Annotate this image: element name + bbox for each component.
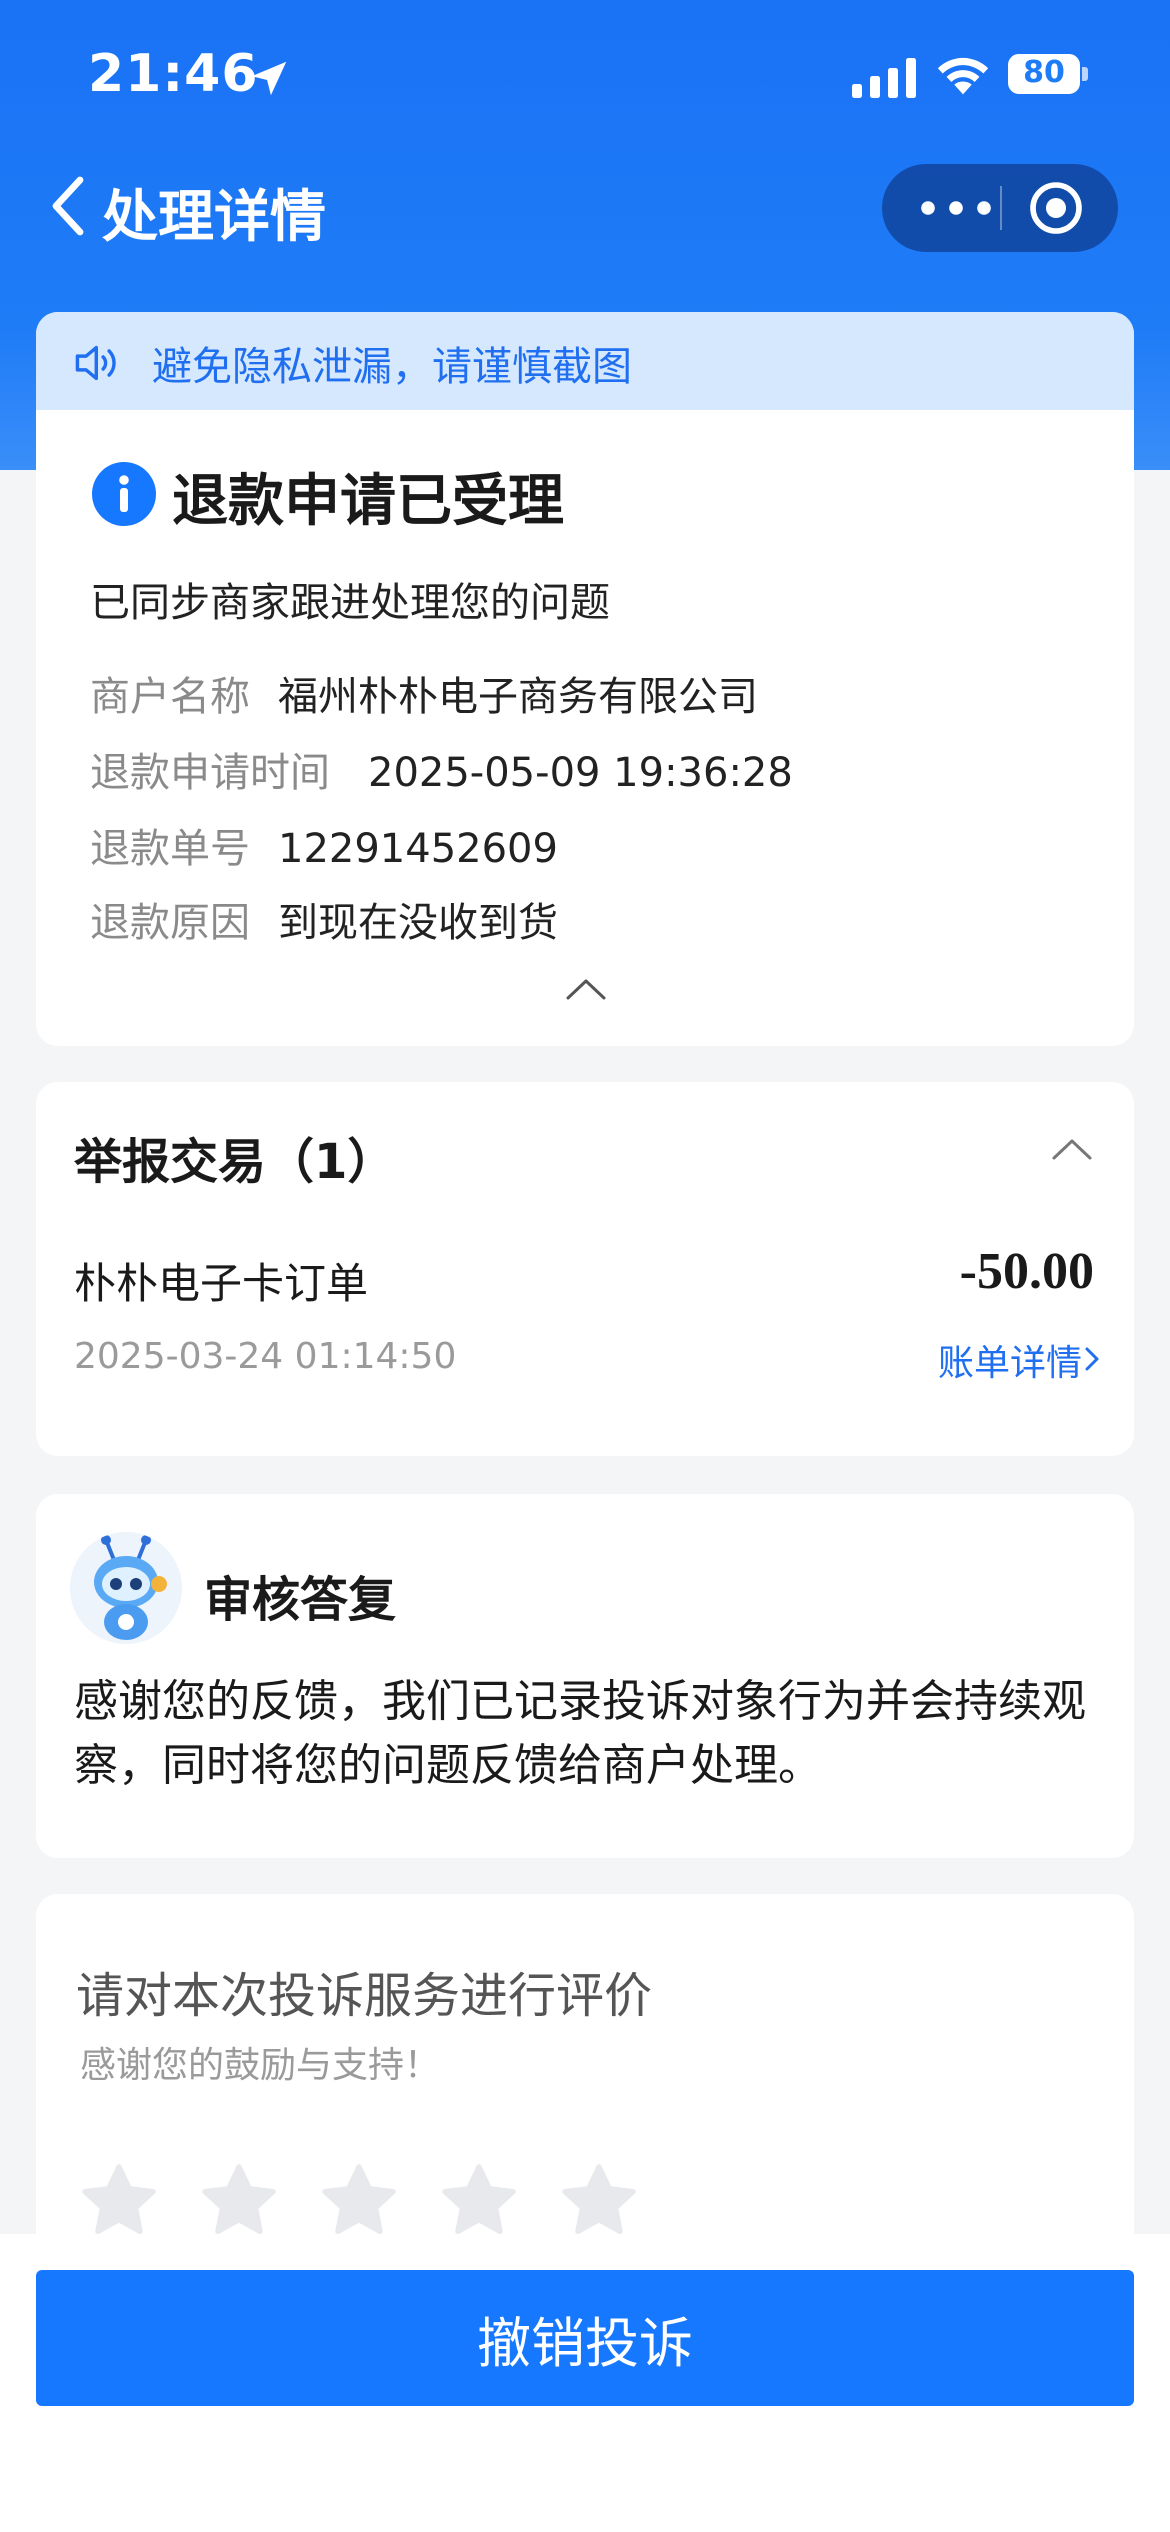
field-value: 2025-05-09 19:36:28 [368,750,793,796]
field-value: 福州朴朴电子商务有限公司 [278,674,758,720]
field-value: 12291452609 [278,826,558,872]
field-label: 商户名称 [90,674,250,720]
field-label: 退款原因 [90,900,250,946]
privacy-text: 避免隐私泄漏，请谨慎截图 [152,344,632,390]
review-text: 感谢您的反馈，我们已记录投诉对象行为并会持续观察，同时将您的问题反馈给商户处理。 [74,1676,1086,1791]
more-icon[interactable] [916,188,996,228]
merchant-name-row: 商户名称 福州朴朴电子商务有限公司 [90,664,758,722]
signal-icon [852,58,916,98]
field-value: 到现在没收到货 [278,900,558,946]
star-icon[interactable] [196,2158,282,2244]
wifi-icon [937,57,989,95]
star-icon[interactable] [316,2158,402,2244]
rating-title: 请对本次投诉服务进行评价 [76,1968,653,2024]
status-title: 退款申请已受理 [172,469,564,534]
status-subtitle: 已同步商家跟进处理您的问题 [90,580,610,626]
report-transaction-card: 举报交易（1） 朴朴电子卡订单 -50.00 2025-03-24 01:14:… [36,1082,1134,1456]
status-bar: 21:46 80 [0,0,1170,150]
field-label: 退款单号 [90,826,250,872]
order-amount: -50.00 [959,1243,1094,1300]
chevron-up-icon[interactable] [1050,1136,1094,1162]
field-label: 退款申请时间 [90,750,330,796]
back-chevron-icon[interactable] [48,174,88,238]
refund-time-row: 退款申请时间 2025-05-09 19:36:28 [90,740,793,798]
star-icon[interactable] [556,2158,642,2244]
home-indicator [452,2496,718,2506]
order-name: 朴朴电子卡订单 [74,1259,369,1308]
rating-subtitle: 感谢您的鼓励与支持！ [80,2045,441,2086]
refund-number-row: 退款单号 12291452609 [90,816,558,874]
target-icon[interactable] [1026,178,1086,238]
status-time: 21:46 [88,44,259,104]
refund-reason-row: 退款原因 到现在没收到货 [90,890,558,948]
star-icon[interactable] [436,2158,522,2244]
robot-avatar-icon [70,1532,182,1644]
nav-bar: 处理详情 [0,160,1170,256]
mini-program-capsule [882,164,1118,252]
chevron-right-icon[interactable] [1084,1346,1100,1372]
info-icon [92,462,156,526]
speaker-icon [75,345,116,381]
bill-detail-link[interactable]: 账单详情 [938,1334,1082,1386]
battery-level: 80 [1023,55,1065,90]
location-arrow-icon [251,61,287,96]
refund-status-card: 避免隐私泄漏，请谨慎截图 退款申请已受理 已同步商家跟进处理您的问题 商户名称福… [36,312,1134,1046]
section-title: 举报交易（1） [74,1134,396,1190]
page-title: 处理详情 [102,185,326,250]
order-time: 2025-03-24 01:14:50 [74,1336,457,1377]
review-title: 审核答复 [204,1572,397,1628]
star-icon[interactable] [76,2158,162,2244]
capsule-divider [1000,186,1002,230]
bottom-action-bar: 撤销投诉 [0,2234,1170,2532]
review-reply-card: 审核答复 感谢您的反馈，我们已记录投诉对象行为并会持续观察，同时将您的问题反馈给… [36,1494,1134,1858]
revoke-complaint-button[interactable]: 撤销投诉 [36,2270,1134,2406]
chevron-up-icon[interactable] [564,976,608,1002]
privacy-banner: 避免隐私泄漏，请谨慎截图 [36,312,1134,410]
battery-icon: 80 [1008,54,1088,96]
